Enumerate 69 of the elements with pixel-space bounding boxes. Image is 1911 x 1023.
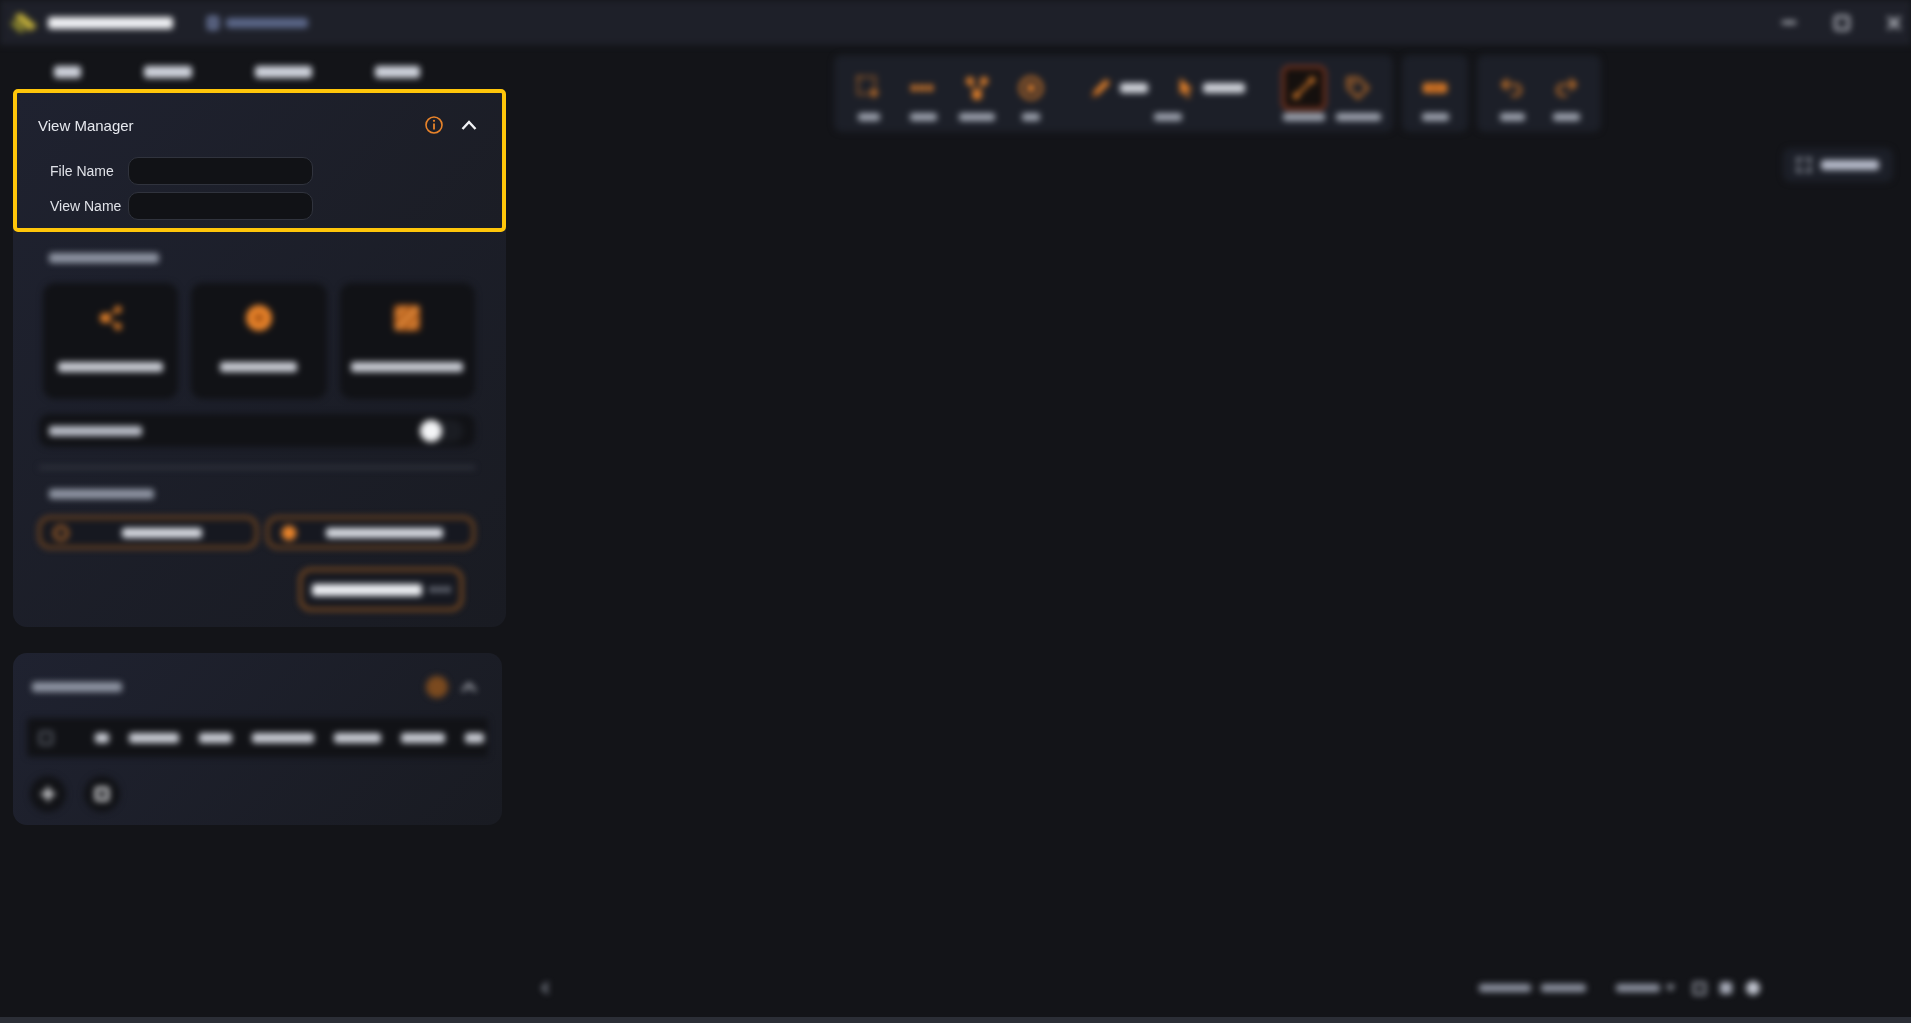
mode-button[interactable] [1179,76,1245,100]
close-icon[interactable] [1887,15,1901,30]
undo-icon [1501,78,1523,98]
blurred-text [129,732,179,743]
ring-icon [53,524,69,541]
blurred-text [1022,113,1040,121]
blurred-text [95,732,109,743]
blurred-text [1421,113,1449,121]
blurred-text [1821,160,1879,170]
bar-icon [1423,83,1447,93]
action-button[interactable] [38,516,258,549]
target-icon [1019,76,1043,100]
blurred-text [401,732,445,743]
field-label: View Name [50,198,123,214]
blurred-text [1335,113,1381,121]
nodes-icon [965,76,989,100]
action-button[interactable] [299,568,463,611]
ellipsis-icon [430,587,450,592]
text-input[interactable] [128,192,313,220]
blurred-text [255,66,312,78]
blurred-text [1203,83,1245,93]
blurred-text [1541,984,1586,992]
blurred-text [1283,113,1325,121]
filled-square-icon[interactable] [1720,982,1732,994]
circle-icon[interactable] [1746,981,1760,995]
dashed-line-icon [911,85,935,91]
blurred-text [858,113,880,121]
crossed-square-icon [393,304,422,332]
blurred-text [959,113,995,121]
blurred-text [1153,113,1182,121]
info-icon[interactable] [425,116,443,134]
blurred-text [465,732,484,743]
round-icon-button[interactable] [30,776,66,812]
tile-button[interactable] [43,283,179,399]
blurred-text [1616,984,1660,992]
blurred-text [1120,83,1148,93]
panel-title: View Manager [38,116,135,134]
blurred-text [1552,113,1580,121]
dropdown[interactable] [1616,984,1675,992]
zoom-button[interactable] [1783,148,1893,182]
blurred-text [144,66,192,78]
tile-button[interactable] [339,283,475,399]
action-button[interactable] [266,516,475,549]
toggle-switch[interactable] [420,419,463,442]
pencil-icon [1090,77,1112,99]
redo-icon [1555,78,1577,98]
blurred-text [1479,984,1531,992]
text-input[interactable] [128,157,313,185]
cursor-icon [1179,77,1195,99]
plus-icon [41,787,55,801]
square-icon [95,787,109,801]
blurred-text [375,66,420,78]
caret-down-icon [1666,985,1675,991]
blurred-text [909,113,937,121]
dashed-square-icon [857,76,881,100]
mode-button[interactable] [1090,76,1148,100]
field-label: File Name [50,163,115,179]
logo-icon [10,11,38,34]
blurred-text [54,66,81,78]
blurred-text [1499,113,1525,121]
document-icon [207,15,219,30]
disc-icon [245,304,273,332]
tag-icon [1346,76,1370,100]
round-icon-button[interactable] [84,776,120,812]
blurred-text [334,732,381,743]
dot-icon [281,524,297,541]
tile-button[interactable] [191,283,327,399]
blurred-text [252,732,314,743]
blurred-text [199,732,232,743]
